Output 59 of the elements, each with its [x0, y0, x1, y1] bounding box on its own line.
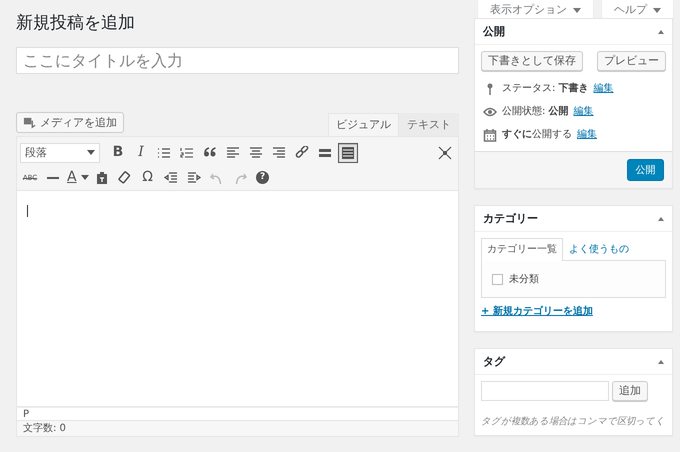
- editor-tab[interactable]: ビジュアル: [328, 112, 399, 136]
- media-icon: [23, 116, 36, 130]
- text-cursor: [27, 205, 28, 218]
- collapse-arrow-icon[interactable]: [658, 30, 664, 34]
- indent-icon: [186, 170, 201, 185]
- caret-icon: [80, 175, 89, 180]
- checkbox[interactable]: [492, 274, 503, 284]
- screen-options-button[interactable]: 表示オプション: [478, 0, 593, 20]
- calendar-icon: [483, 128, 497, 142]
- clipboard-icon: [94, 170, 109, 185]
- eraser-icon: [118, 170, 132, 185]
- paragraph-select[interactable]: 段落: [20, 142, 100, 163]
- tag-hint: タグが複数ある場合はコンマで区切ってく: [481, 415, 666, 429]
- help-button[interactable]: ヘルプ: [602, 0, 673, 20]
- publish-button[interactable]: 公開: [627, 159, 664, 181]
- panel-title: カテゴリー: [483, 212, 538, 226]
- word-count: 文字数: 0: [16, 421, 459, 438]
- edit-link[interactable]: 編集: [577, 127, 597, 142]
- bold-button[interactable]: B: [108, 142, 128, 163]
- align-left-icon: [226, 146, 240, 160]
- align-right-icon: [272, 146, 286, 160]
- page-title: 新規投稿を追加: [16, 13, 136, 34]
- horizontal-line-icon: [47, 176, 59, 179]
- status-text: 公開状態: 公開: [502, 104, 569, 119]
- save-draft-button[interactable]: 下書きとして保存: [481, 51, 583, 71]
- title-input-field[interactable]: ここにタイトルを入力: [16, 47, 459, 74]
- preview-button[interactable]: プレビュー: [597, 51, 666, 71]
- italic-button[interactable]: I: [131, 142, 151, 163]
- caret-icon: [653, 8, 661, 12]
- caret-icon: [87, 150, 95, 156]
- collapse-arrow-icon[interactable]: [658, 360, 664, 364]
- category-label: 未分類: [509, 272, 539, 286]
- panel-title: タグ: [483, 354, 505, 368]
- bullet-list-icon: [157, 146, 171, 160]
- panel-title: 公開: [483, 24, 505, 38]
- caret-icon: [573, 8, 581, 12]
- add-media-button[interactable]: メディアを追加: [16, 112, 124, 134]
- toolbar-toggle-button[interactable]: [338, 142, 358, 163]
- edit-link[interactable]: 編集: [574, 104, 594, 119]
- editor-tab[interactable]: テキスト: [399, 112, 459, 136]
- align-center-icon: [249, 146, 263, 160]
- link-icon: [295, 146, 309, 160]
- text-color-button[interactable]: A: [66, 168, 78, 188]
- element-path: P: [16, 407, 459, 422]
- collapse-arrow-icon[interactable]: [658, 216, 664, 220]
- numbered-list-icon: [180, 146, 194, 160]
- status-text: すぐに公開する: [502, 128, 572, 142]
- add-tag-button[interactable]: 追加: [612, 381, 648, 401]
- special-character-button[interactable]: Ω: [138, 168, 158, 188]
- fullscreen-icon: [438, 146, 452, 160]
- status-text: ステータス: 下書き: [502, 82, 589, 96]
- category-tab[interactable]: カテゴリー一覧: [481, 238, 563, 261]
- help-button[interactable]: ?: [252, 168, 273, 188]
- category-tab[interactable]: よく使うもの: [563, 238, 635, 260]
- outdent-icon: [164, 170, 178, 185]
- add-category-link[interactable]: + 新規カテゴリーを追加: [481, 304, 593, 319]
- tag-input-field[interactable]: [481, 381, 609, 401]
- toolbar-toggle-icon: [341, 146, 355, 160]
- edit-link[interactable]: 編集: [594, 81, 614, 96]
